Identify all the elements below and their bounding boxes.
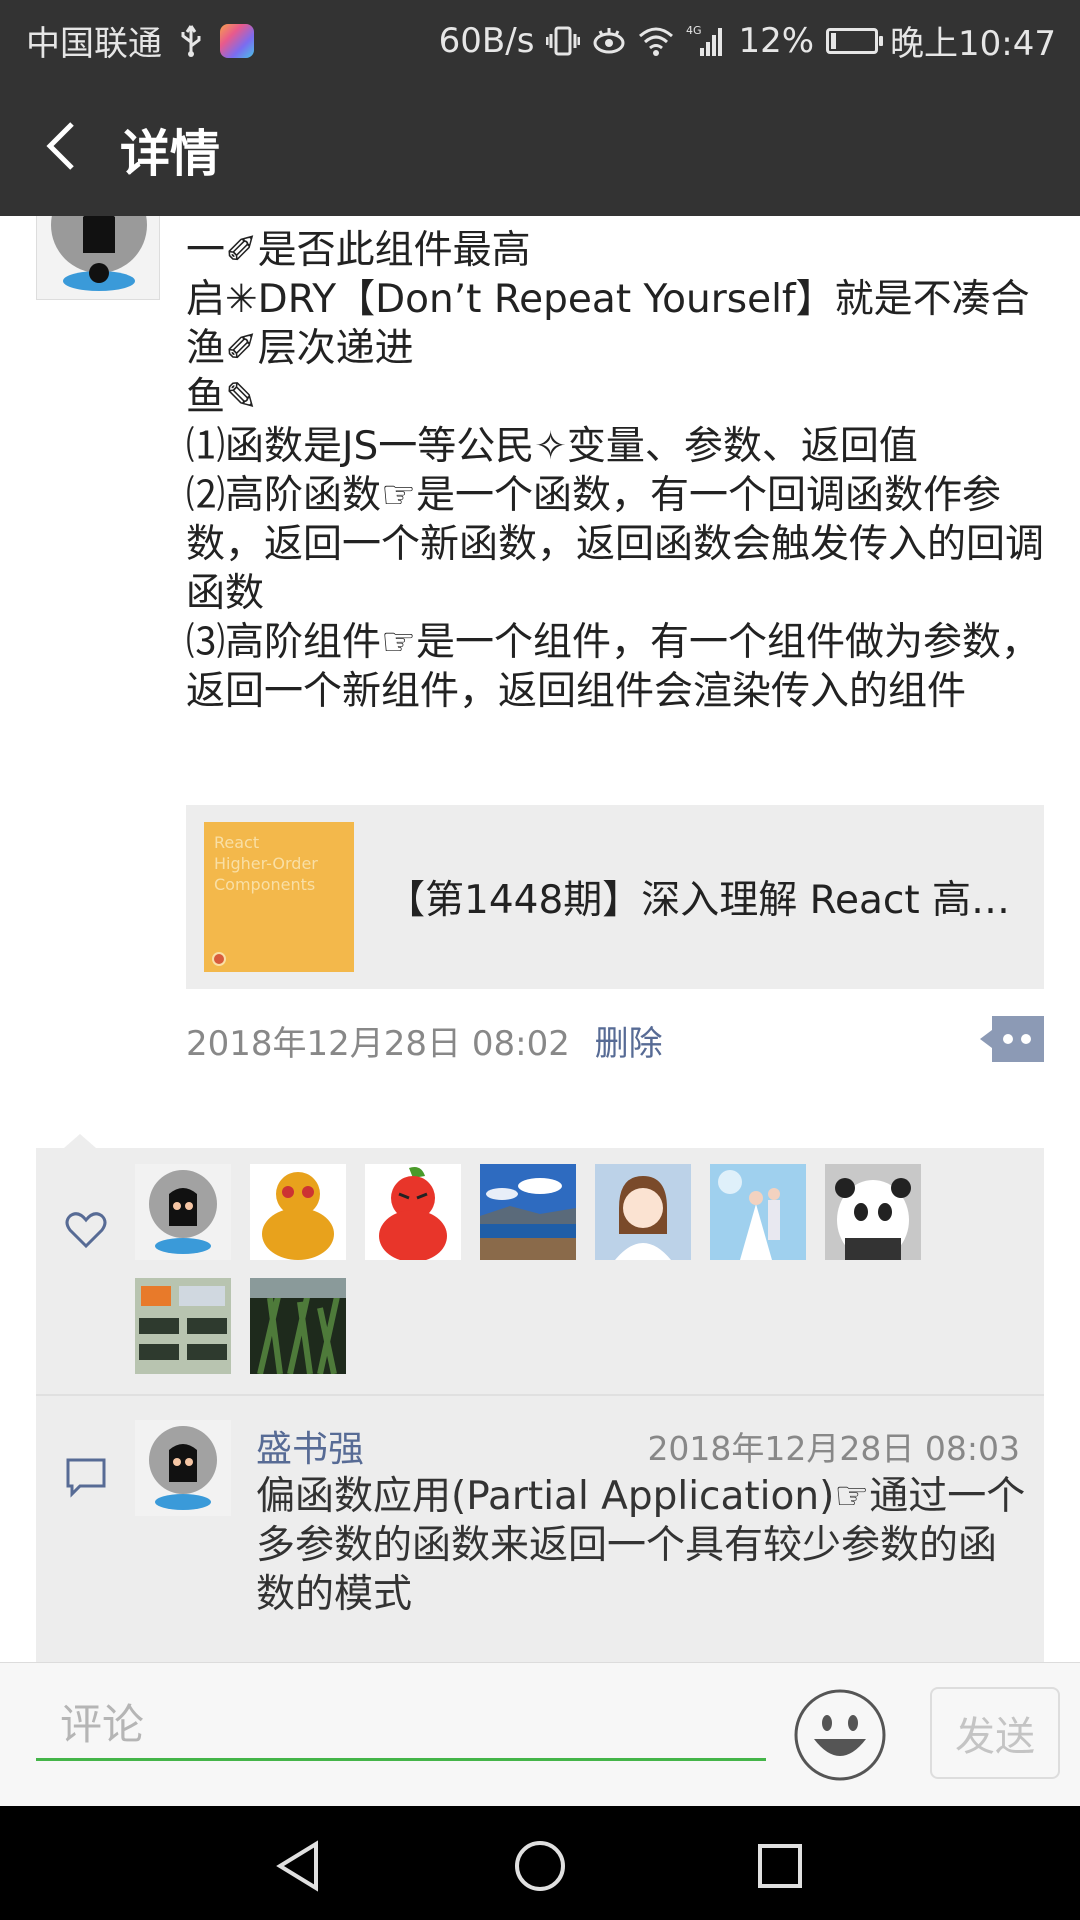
navigation-bar bbox=[0, 1806, 1080, 1920]
like-avatar-red-gourd[interactable] bbox=[365, 1164, 461, 1260]
signal-icon: 4G bbox=[686, 24, 726, 58]
send-button[interactable]: 发送 bbox=[930, 1687, 1060, 1779]
like-avatar-list bbox=[135, 1164, 1015, 1374]
comment-author-avatar[interactable] bbox=[135, 1420, 231, 1516]
delete-button[interactable]: 删除 bbox=[595, 1024, 663, 1064]
like-avatar-lake-landscape[interactable] bbox=[480, 1164, 576, 1260]
nav-home-button[interactable] bbox=[512, 1838, 568, 1894]
post-meta: 2018年12月28日 08:02 删除 bbox=[186, 1016, 663, 1065]
triangle-back-icon bbox=[276, 1840, 318, 1892]
page-title: 详情 bbox=[120, 125, 220, 183]
like-avatar-panda[interactable] bbox=[825, 1164, 921, 1260]
post-time: 2018年12月28日 08:02 bbox=[186, 1024, 570, 1064]
like-avatar-plants[interactable] bbox=[250, 1278, 346, 1374]
like-avatar-golden-gourd[interactable] bbox=[250, 1164, 346, 1260]
nav-recents-button[interactable] bbox=[752, 1838, 808, 1894]
divider bbox=[36, 1394, 1044, 1396]
comment-icon bbox=[64, 1454, 108, 1498]
shared-article-card[interactable]: React Higher-Order Components 【第1448期】深入… bbox=[186, 805, 1044, 989]
comment-input-bar: 发送 bbox=[0, 1662, 1080, 1807]
network-speed: 60B/s bbox=[438, 20, 535, 61]
eye-comfort-icon bbox=[592, 26, 626, 56]
like-avatar-wedding-photo[interactable] bbox=[710, 1164, 806, 1260]
comment-input[interactable] bbox=[36, 1691, 766, 1761]
like-avatar-classroom[interactable] bbox=[135, 1278, 231, 1374]
article-title: 【第1448期】深入理解 React 高阶组件 bbox=[386, 878, 1026, 923]
like-avatar-cartoon-girl[interactable] bbox=[595, 1164, 691, 1260]
nav-back-button[interactable] bbox=[272, 1838, 328, 1894]
clock: 晚上10:47 bbox=[890, 24, 1056, 64]
post-text: 一✐是否此组件最高 启✳DRY【Don’t Repeat Yourself】就是… bbox=[186, 228, 1045, 714]
battery-icon bbox=[826, 27, 884, 54]
heart-icon bbox=[64, 1208, 108, 1252]
title-bar: 详情 bbox=[0, 76, 1080, 216]
more-dots-icon bbox=[980, 1016, 1044, 1062]
comment-time: 2018年12月28日 08:03 bbox=[647, 1429, 1020, 1468]
author-avatar[interactable] bbox=[36, 216, 160, 300]
like-avatar-octocat[interactable] bbox=[135, 1164, 231, 1260]
app-notification-icon bbox=[220, 23, 254, 58]
circle-home-icon bbox=[515, 1841, 565, 1891]
more-actions-button[interactable] bbox=[980, 1016, 1044, 1062]
comment-text: 偏函数应用(Partial Application)☞通过一个多参数的函数来返回… bbox=[256, 1474, 1026, 1617]
smiley-icon bbox=[794, 1689, 886, 1781]
battery-level bbox=[831, 32, 837, 49]
carrier-label: 中国联通 bbox=[26, 24, 162, 64]
network-type: 4G bbox=[686, 24, 702, 37]
emoji-button[interactable] bbox=[792, 1687, 888, 1783]
comment-author-name[interactable]: 盛书强 bbox=[256, 1420, 364, 1472]
thumbnail-logo-icon bbox=[212, 952, 226, 966]
back-button[interactable] bbox=[36, 116, 96, 176]
usb-icon bbox=[178, 24, 204, 58]
wifi-icon bbox=[638, 26, 674, 56]
battery-percent: 12% bbox=[738, 20, 815, 61]
moment-detail: 一✐是否此组件最高 启✳DRY【Don’t Repeat Yourself】就是… bbox=[0, 216, 1080, 1662]
interaction-panel: 盛书强 2018年12月28日 08:03 偏函数应用(Partial Appl… bbox=[36, 1134, 1044, 1662]
chevron-left-icon bbox=[46, 122, 74, 170]
article-thumbnail: React Higher-Order Components bbox=[204, 822, 354, 972]
article-thumbnail-text: React Higher-Order Components bbox=[214, 833, 318, 894]
square-recents-icon bbox=[758, 1844, 802, 1888]
status-bar: 中国联通 60B/s 4G 12% 晚上10:47 bbox=[0, 0, 1080, 76]
vibrate-icon bbox=[546, 24, 581, 58]
